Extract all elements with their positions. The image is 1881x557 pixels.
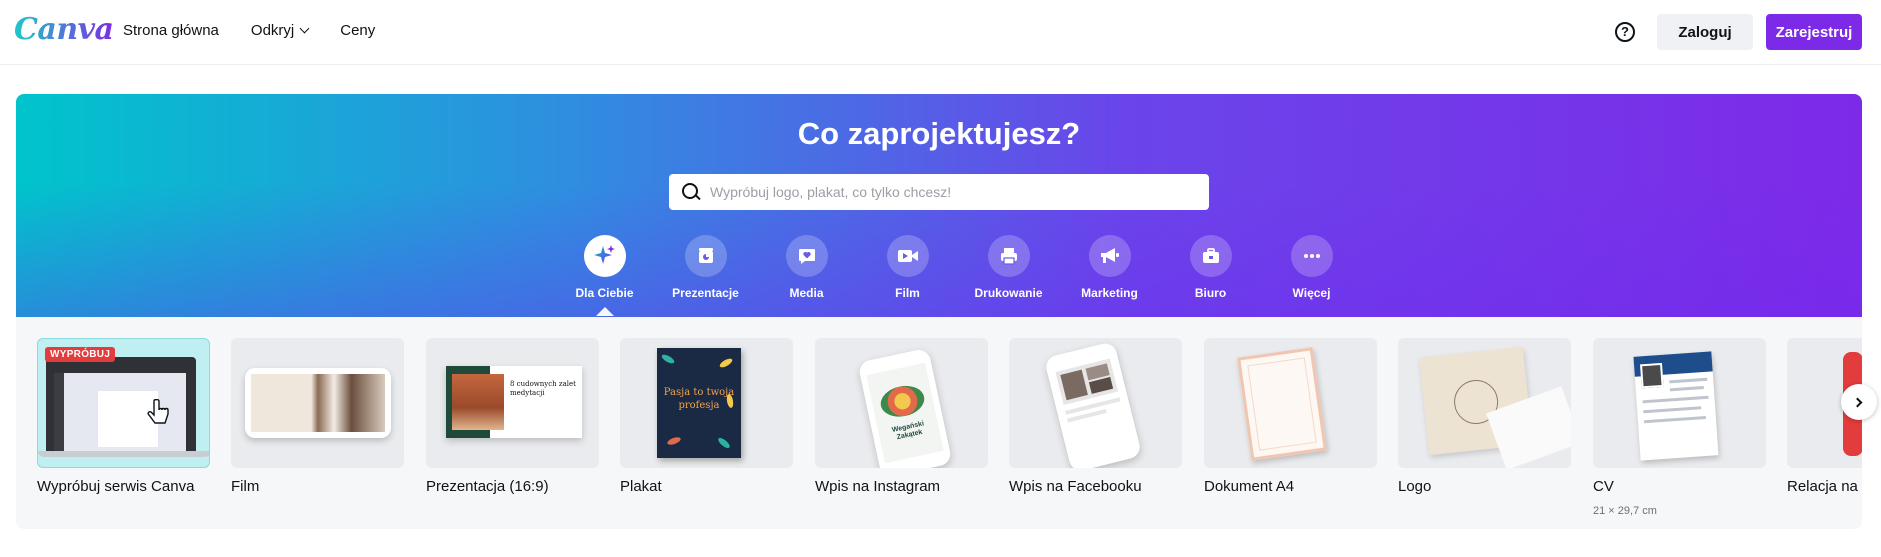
category-print[interactable]: Drukowanie xyxy=(958,235,1059,300)
active-tab-pointer xyxy=(595,307,614,316)
category-presentations[interactable]: Prezentacje xyxy=(655,235,756,300)
template-title: Prezentacja (16:9) xyxy=(426,478,549,495)
template-title: Film xyxy=(231,478,260,495)
template-card-presentation[interactable]: 8 cudownych zalet medytacji Prezentacja … xyxy=(426,338,599,495)
printer-icon xyxy=(1000,248,1017,265)
category-more[interactable]: Więcej xyxy=(1261,235,1362,300)
canva-logo[interactable]: Canva xyxy=(14,12,114,47)
chevron-right-icon xyxy=(1852,397,1863,407)
top-bar: Canva Strona główna Odkryj Ceny ? Zalogu… xyxy=(0,0,1881,65)
more-dots-icon xyxy=(1303,254,1320,258)
nav-discover[interactable]: Odkryj xyxy=(251,22,310,39)
category-video[interactable]: Film xyxy=(857,235,958,300)
template-dimensions: 21 × 29,7 cm xyxy=(1593,505,1657,517)
template-card-cv[interactable]: CV 21 × 29,7 cm xyxy=(1593,338,1766,517)
template-title: Plakat xyxy=(620,478,662,495)
laptop-illustration xyxy=(46,357,196,455)
carousel-next-button[interactable] xyxy=(1841,384,1877,420)
signup-button[interactable]: Zarejestruj xyxy=(1766,14,1862,50)
template-thumbnail xyxy=(1593,338,1766,468)
template-thumbnail xyxy=(1398,338,1571,468)
briefcase-icon xyxy=(1202,248,1219,263)
thumb-text: Wegański Zakątek xyxy=(891,420,925,442)
video-camera-icon xyxy=(897,250,918,262)
thumb-text: 8 cudownych zalet medytacji xyxy=(510,380,576,397)
main-nav: Strona główna Odkryj Ceny xyxy=(123,22,407,39)
template-thumbnail xyxy=(231,338,404,468)
template-card-facebook[interactable]: Wpis na Facebooku xyxy=(1009,338,1182,495)
template-thumbnail: Pasja to twoja profesja xyxy=(620,338,793,468)
sparkle-icon xyxy=(593,245,615,264)
search-box[interactable] xyxy=(669,174,1209,210)
template-title: Logo xyxy=(1398,478,1432,495)
thumb-text: Pasja to twoja profesja xyxy=(663,387,735,411)
template-title: Dokument A4 xyxy=(1204,478,1295,495)
megaphone-icon xyxy=(1100,248,1119,263)
pointer-hand-icon xyxy=(147,399,169,424)
chevron-down-icon xyxy=(299,23,310,34)
template-title: Wypróbuj serwis Canva xyxy=(37,478,195,495)
template-thumbnail xyxy=(1204,338,1377,468)
hero-banner: Co zaprojektujesz? Dla Ciebie xyxy=(16,94,1862,317)
category-tabs: Dla Ciebie Prezentacje Media Film Drukow… xyxy=(554,235,1362,316)
search-icon xyxy=(682,183,700,201)
search-input[interactable] xyxy=(710,184,1190,200)
help-icon[interactable]: ? xyxy=(1615,22,1635,42)
category-for-you[interactable]: Dla Ciebie xyxy=(554,235,655,316)
category-media[interactable]: Media xyxy=(756,235,857,300)
presentation-icon xyxy=(698,248,713,263)
template-title: Relacja na In xyxy=(1787,478,1862,495)
template-card-logo[interactable]: Logo xyxy=(1398,338,1571,495)
template-title: Wpis na Instagram xyxy=(815,478,941,495)
category-office[interactable]: Biuro xyxy=(1160,235,1261,300)
template-carousel: WYPRÓBUJ Wypróbuj serwis Canva Film 8 cu… xyxy=(16,317,1862,529)
hero-title: Co zaprojektujesz? xyxy=(797,116,1081,151)
try-badge: WYPRÓBUJ xyxy=(45,347,116,362)
template-thumbnail xyxy=(1009,338,1182,468)
template-card-a4-document[interactable]: Dokument A4 xyxy=(1204,338,1377,495)
template-title: CV xyxy=(1593,478,1614,495)
template-card-video[interactable]: Film xyxy=(231,338,404,495)
nav-pricing[interactable]: Ceny xyxy=(340,22,375,39)
heart-chat-icon xyxy=(798,249,815,264)
login-button[interactable]: Zaloguj xyxy=(1657,14,1753,50)
template-thumbnail: 8 cudownych zalet medytacji xyxy=(426,338,599,468)
template-card-try-canva[interactable]: WYPRÓBUJ Wypróbuj serwis Canva xyxy=(37,338,210,495)
nav-home[interactable]: Strona główna xyxy=(123,22,219,39)
template-title: Wpis na Facebooku xyxy=(1009,478,1142,495)
template-card-instagram[interactable]: Wegański Zakątek Wpis na Instagram xyxy=(815,338,988,495)
template-card-poster[interactable]: Pasja to twoja profesja Plakat xyxy=(620,338,793,495)
category-marketing[interactable]: Marketing xyxy=(1059,235,1160,300)
template-thumbnail: Wegański Zakątek xyxy=(815,338,988,468)
template-thumbnail: WYPRÓBUJ xyxy=(37,338,210,468)
